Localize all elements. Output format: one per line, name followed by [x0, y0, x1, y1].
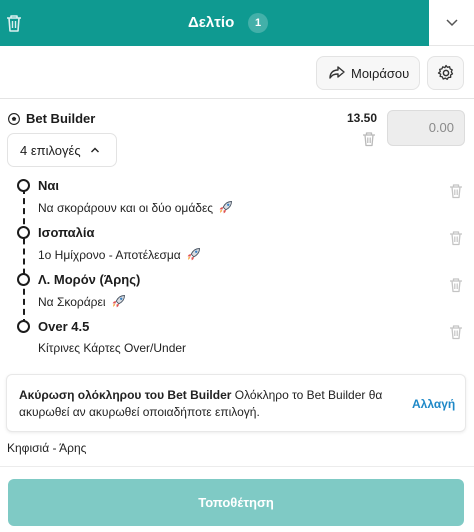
rocket-icon: [187, 248, 200, 261]
selection-market: 1ο Ημίχρονο - Αποτέλεσμα: [38, 247, 201, 262]
selection-name: Ναι: [38, 178, 59, 193]
remove-selection-trash-icon[interactable]: [449, 324, 463, 345]
stake-input[interactable]: 0.00: [387, 110, 465, 146]
selections-count-label: 4 επιλογές: [20, 142, 81, 158]
selection-name: Λ. Μορόν (Άρης): [38, 272, 141, 287]
betslip-title: Δελτίο: [188, 14, 235, 31]
selection-leg: Ισοπαλία 1ο Ημίχρονο - Αποτέλεσμα: [0, 225, 474, 272]
rocket-icon: [112, 295, 125, 308]
selection-market-label: Να Σκοράρει: [38, 294, 106, 309]
match-label: Κηφισιά - Άρης: [7, 441, 87, 455]
settings-button[interactable]: [427, 56, 464, 90]
remove-selection-trash-icon[interactable]: [449, 277, 463, 298]
timeline-dot: [17, 273, 30, 286]
remove-selection-trash-icon[interactable]: [449, 230, 463, 251]
clear-betslip-trash-icon[interactable]: [5, 13, 23, 33]
chevron-down-icon: [446, 19, 458, 27]
bet-type-header: Bet Builder: [8, 111, 95, 126]
selection-name: Over 4.5: [38, 319, 90, 334]
betslip-header: Δελτίο 1: [0, 0, 429, 46]
void-rule-text: Ακύρωση ολόκληρου του Bet Builder Ολόκλη…: [19, 387, 399, 421]
selection-leg: Over 4.5 Κίτρινες Κάρτες Over/Under: [0, 319, 474, 366]
remove-bet-trash-icon[interactable]: [362, 131, 376, 152]
rocket-icon: [219, 201, 233, 214]
selection-name: Ισοπαλία: [38, 225, 95, 240]
selection-market: Κίτρινες Κάρτες Over/Under: [38, 341, 186, 355]
selection-market: Να σκοράρουν και οι δύο ομάδες: [38, 200, 233, 215]
selection-leg: Ναι Να σκοράρουν και οι δύο ομάδες: [0, 178, 474, 225]
share-label: Μοιράσου: [351, 65, 410, 81]
selection-market-label: Να σκοράρουν και οι δύο ομάδες: [38, 200, 214, 215]
timeline-dot: [17, 226, 30, 239]
void-rule-title: Ακύρωση ολόκληρου του Bet Builder: [19, 388, 232, 402]
selection-market: Να Σκοράρει: [38, 294, 126, 309]
betslip-toolbar: Μοιράσου: [0, 46, 474, 99]
bet-odds: 13.50: [347, 111, 378, 125]
selection-market-label: 1ο Ημίχρονο - Αποτέλεσμα: [38, 247, 181, 262]
betslip-count-badge: 1: [248, 13, 268, 33]
void-rule-notice: Ακύρωση ολόκληρου του Bet Builder Ολόκλη…: [6, 374, 466, 432]
divider: [0, 466, 474, 467]
selections-toggle-button[interactable]: 4 επιλογές: [7, 133, 117, 167]
bet-type-label: Bet Builder: [26, 111, 96, 126]
change-void-rule-link[interactable]: Αλλαγή: [412, 397, 455, 411]
timeline-dot: [17, 179, 30, 192]
selection-market-label: Κίτρινες Κάρτες Over/Under: [38, 341, 187, 355]
share-button[interactable]: Μοιράσου: [316, 56, 420, 90]
share-icon: [329, 66, 345, 79]
selection-leg: Λ. Μορόν (Άρης) Να Σκοράρει: [0, 272, 474, 319]
gear-icon: [437, 64, 453, 80]
timeline-dot: [17, 320, 30, 333]
soccer-ball-icon: [8, 112, 20, 125]
place-bet-button[interactable]: Τοποθέτηση: [8, 479, 464, 526]
remove-selection-trash-icon[interactable]: [449, 183, 463, 204]
chevron-up-icon: [90, 147, 99, 153]
collapse-betslip-button[interactable]: [429, 0, 474, 46]
